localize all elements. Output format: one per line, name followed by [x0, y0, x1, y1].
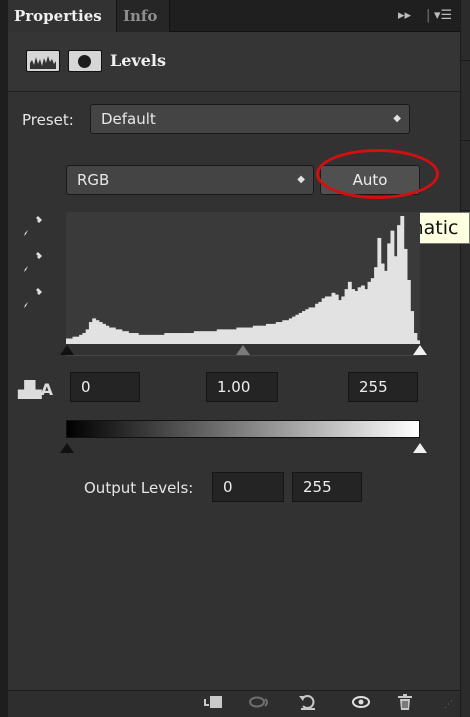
- input-gamma-slider[interactable]: [236, 345, 250, 355]
- select-arrows-icon: ◆: [393, 113, 401, 124]
- clip-to-layer-icon[interactable]: [198, 693, 230, 715]
- white-point-eyedropper-icon[interactable]: [22, 286, 44, 316]
- histogram-bin: [416, 340, 421, 344]
- preset-select[interactable]: Default ◆: [90, 104, 410, 134]
- levels-histogram-icon[interactable]: [26, 50, 60, 72]
- tab-properties[interactable]: Properties: [8, 0, 116, 32]
- highlight-annotation-ring: [316, 149, 439, 199]
- collapse-panel-icon[interactable]: ▸▸: [398, 0, 411, 32]
- panel-separator: |: [426, 8, 431, 23]
- histogram-graph: [66, 216, 421, 344]
- output-black-slider[interactable]: [60, 443, 74, 453]
- gutter-divider: [461, 60, 470, 61]
- gray-point-eyedropper-icon[interactable]: [22, 250, 44, 280]
- mask-circle-icon: [78, 55, 91, 68]
- input-black-field[interactable]: 0: [70, 372, 140, 402]
- gutter-divider: [461, 210, 470, 211]
- gutter-divider: [461, 140, 470, 141]
- output-gradient-bar: [66, 420, 420, 438]
- left-edge: [0, 0, 8, 717]
- input-white-field[interactable]: 255: [348, 372, 418, 402]
- select-arrows-icon: ◆: [297, 174, 305, 185]
- black-point-eyedropper-icon[interactable]: [22, 214, 44, 244]
- resize-grip-icon[interactable]: ⋰: [444, 700, 453, 710]
- histogram: [66, 212, 421, 344]
- channel-select[interactable]: RGB ◆: [66, 165, 314, 195]
- adjustment-title: Levels: [110, 51, 166, 70]
- panel-menu-icon[interactable]: ▾☰: [434, 0, 452, 32]
- calculate-histogram-warning-icon[interactable]: ▟▙A: [18, 380, 53, 399]
- reset-icon[interactable]: [292, 693, 324, 715]
- preset-value: Default: [101, 110, 156, 128]
- preset-label: Preset:: [22, 111, 74, 129]
- trash-icon[interactable]: [390, 693, 420, 715]
- output-white-slider[interactable]: [413, 443, 427, 453]
- view-previous-state-icon[interactable]: [244, 693, 276, 715]
- output-white-field[interactable]: 255: [292, 472, 362, 502]
- input-gamma-field[interactable]: 1.00: [206, 372, 278, 402]
- input-slider-track: [66, 355, 420, 356]
- input-white-slider[interactable]: [413, 345, 427, 355]
- scroll-gutter: [460, 0, 470, 717]
- channel-value: RGB: [77, 171, 110, 189]
- output-levels-label: Output Levels:: [84, 479, 194, 497]
- input-black-slider[interactable]: [60, 345, 74, 355]
- visibility-eye-icon[interactable]: [346, 693, 376, 715]
- output-black-field[interactable]: 0: [212, 472, 284, 502]
- tab-info[interactable]: Info: [116, 0, 170, 32]
